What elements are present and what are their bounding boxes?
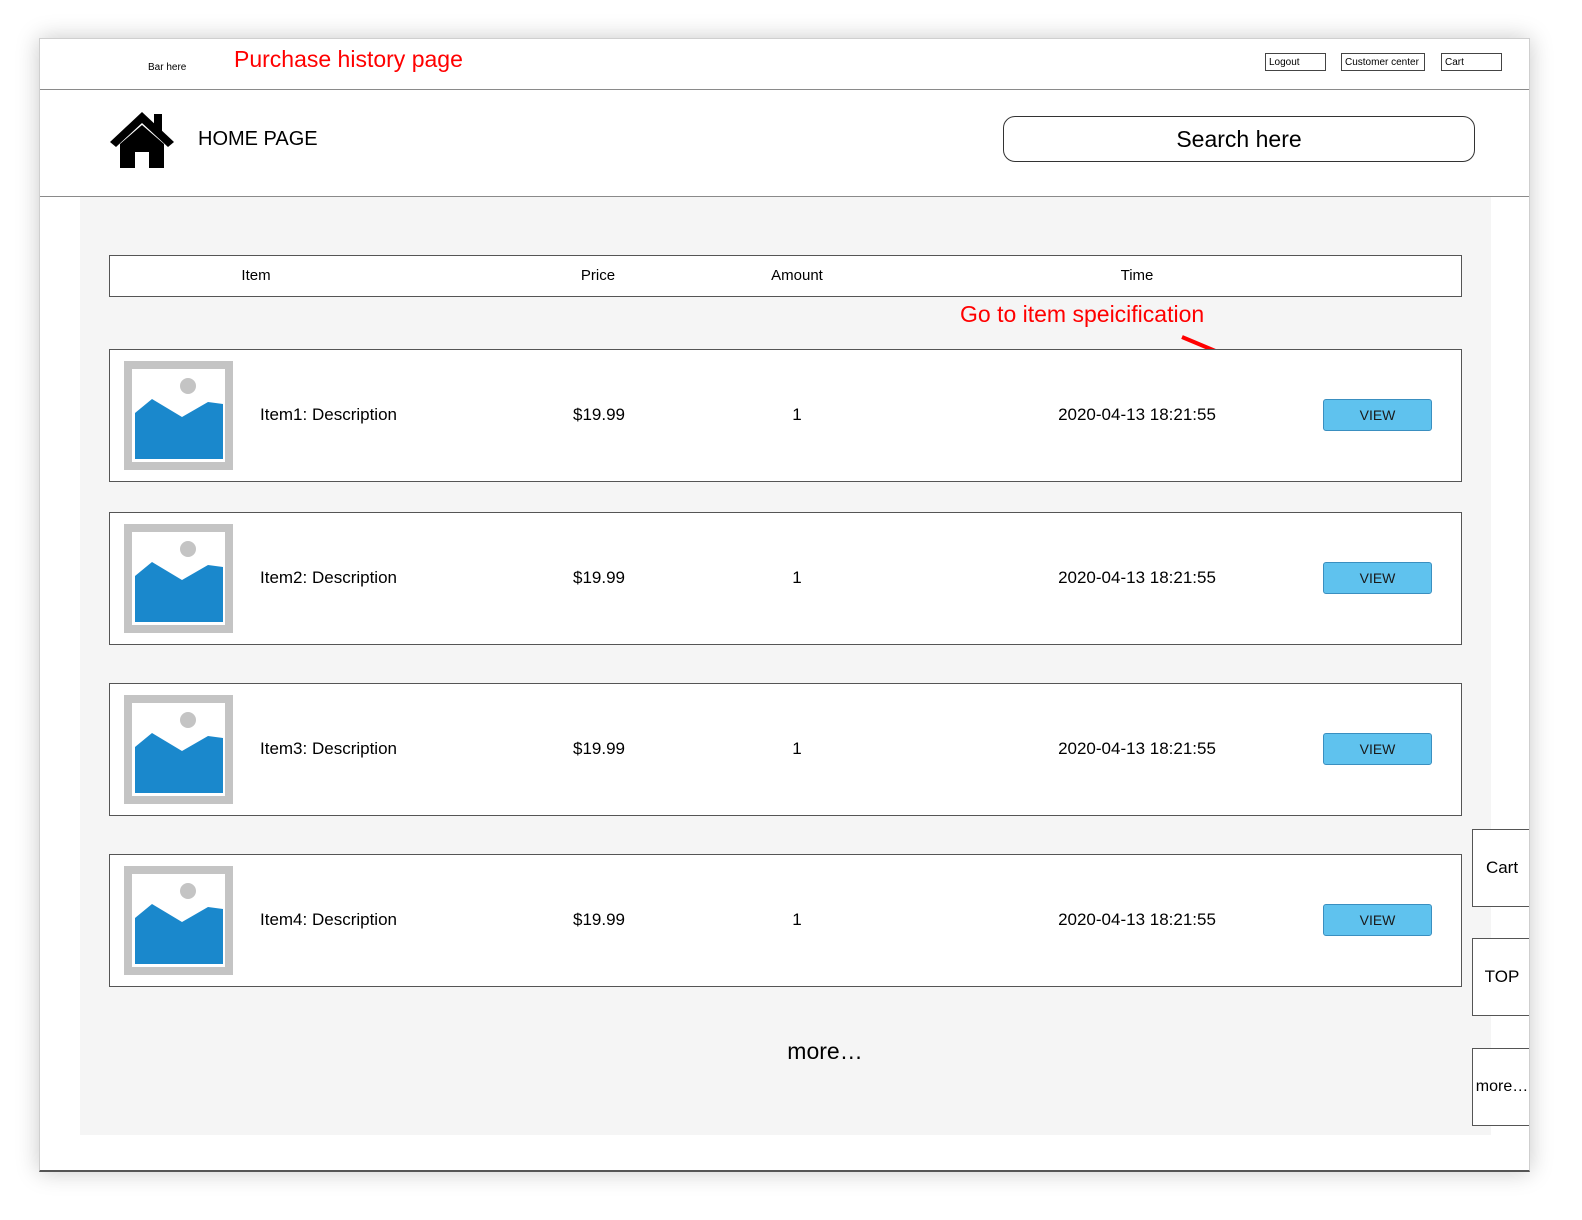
- header: HOME PAGE Search here: [40, 90, 1529, 197]
- amount-value: 1: [792, 739, 802, 758]
- item-name: Item4: Description: [260, 910, 397, 929]
- item-name: Item2: Description: [260, 568, 397, 587]
- column-time: Time: [1120, 267, 1154, 284]
- column-header: Item Price Amount Time: [109, 255, 1462, 297]
- top-bar: Bar here Purchase history page Logout Cu…: [40, 39, 1529, 90]
- customer-center-button[interactable]: Customer center: [1341, 53, 1425, 71]
- home-icon[interactable]: [108, 110, 176, 170]
- purchase-history-content: Item Price Amount Time Go to item speici…: [80, 197, 1491, 1135]
- table-row: Item1: Description $19.99 1 2020-04-13 1…: [109, 349, 1462, 482]
- side-cart-button[interactable]: Cart: [1472, 829, 1529, 907]
- column-amount: Amount: [771, 267, 823, 284]
- time-value: 2020-04-13 18:21:55: [1058, 568, 1216, 587]
- table-row: Item3: Description $19.99 1 2020-04-13 1…: [109, 683, 1462, 816]
- cart-top-button[interactable]: Cart: [1441, 53, 1502, 71]
- scroll-top-button[interactable]: TOP: [1472, 938, 1529, 1016]
- price-value: $19.99: [573, 910, 625, 929]
- time-value: 2020-04-13 18:21:55: [1058, 910, 1216, 929]
- bar-placeholder-label: Bar here: [148, 62, 187, 73]
- time-value: 2020-04-13 18:21:55: [1058, 739, 1216, 758]
- item-name: Item1: Description: [260, 405, 397, 424]
- time-value: 2020-04-13 18:21:55: [1058, 405, 1216, 424]
- price-value: $19.99: [573, 568, 625, 587]
- page-annotation: Purchase history page: [234, 46, 463, 72]
- amount-value: 1: [792, 405, 802, 424]
- item-name: Item3: Description: [260, 739, 397, 758]
- image-placeholder-icon: [124, 361, 233, 470]
- view-button[interactable]: VIEW: [1323, 904, 1432, 936]
- more-link[interactable]: more…: [785, 1038, 865, 1065]
- view-button[interactable]: VIEW: [1323, 733, 1432, 765]
- image-placeholder-icon: [124, 695, 233, 804]
- side-more-button[interactable]: more…: [1472, 1048, 1529, 1126]
- view-button[interactable]: VIEW: [1323, 562, 1432, 594]
- table-row: Item2: Description $19.99 1 2020-04-13 1…: [109, 512, 1462, 645]
- image-placeholder-icon: [124, 866, 233, 975]
- table-row: Item4: Description $19.99 1 2020-04-13 1…: [109, 854, 1462, 987]
- price-value: $19.99: [573, 405, 625, 424]
- amount-value: 1: [792, 568, 802, 587]
- logout-button[interactable]: Logout: [1265, 53, 1326, 71]
- column-price: Price: [580, 267, 616, 284]
- amount-value: 1: [792, 910, 802, 929]
- home-page-link[interactable]: HOME PAGE: [198, 128, 318, 151]
- app-window: Bar here Purchase history page Logout Cu…: [39, 38, 1530, 1172]
- view-annotation: Go to item speicification: [960, 301, 1205, 327]
- search-input[interactable]: Search here: [1003, 116, 1475, 162]
- image-placeholder-icon: [124, 524, 233, 633]
- price-value: $19.99: [573, 739, 625, 758]
- view-button[interactable]: VIEW: [1323, 399, 1432, 431]
- column-item: Item: [241, 267, 271, 284]
